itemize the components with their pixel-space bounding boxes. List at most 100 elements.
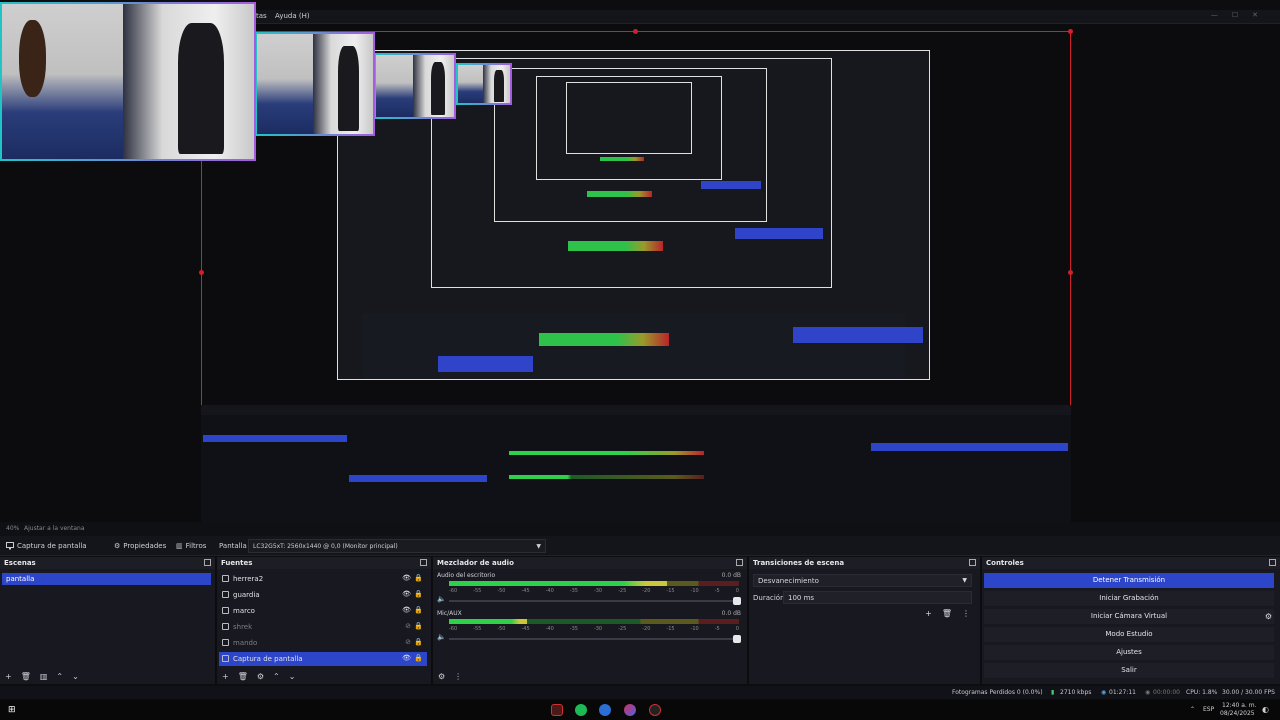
- slider-knob[interactable]: [733, 597, 741, 605]
- volume-slider[interactable]: [449, 597, 741, 605]
- lock-icon[interactable]: 🔒: [414, 654, 423, 662]
- resize-handle[interactable]: [633, 29, 638, 34]
- duration-label: Duración: [753, 594, 785, 602]
- undock-icon[interactable]: [969, 559, 976, 566]
- language-indicator[interactable]: ESP: [1203, 706, 1214, 713]
- trash-icon[interactable]: 🗑: [21, 672, 31, 681]
- scenes-panel: Escenas pantalla + 🗑 ▥ ⌃ ⌄: [0, 557, 216, 684]
- scene-item-pantalla[interactable]: pantalla: [2, 573, 211, 585]
- windows-start-icon[interactable]: ⊞: [8, 705, 16, 715]
- lock-icon[interactable]: 🔒: [414, 622, 423, 630]
- meter-tick-label: -10: [690, 626, 699, 632]
- gear-icon[interactable]: ⚙: [1265, 612, 1272, 621]
- nested-meter: [599, 156, 644, 161]
- clock-date[interactable]: 08/24/2025: [1220, 710, 1255, 717]
- source-item[interactable]: herrera2 👁 🔒: [219, 572, 427, 586]
- resize-handle[interactable]: [199, 270, 204, 275]
- start-recording-button[interactable]: Iniciar Grabación: [984, 591, 1274, 606]
- source-item[interactable]: shrek ⊘ 🔒: [219, 620, 427, 634]
- source-item[interactable]: mando ⊘ 🔒: [219, 636, 427, 650]
- obs-app-icon[interactable]: [551, 704, 563, 716]
- spotify-icon[interactable]: [575, 704, 587, 716]
- window-controls[interactable]: —☐✕: [1211, 11, 1272, 19]
- meter-tick-label: -30: [593, 588, 603, 594]
- source-name: Captura de pantalla: [6, 540, 87, 552]
- duration-input[interactable]: 100 ms: [783, 591, 972, 604]
- gear-icon[interactable]: ⚙: [438, 672, 445, 681]
- obs-icon[interactable]: [649, 704, 661, 716]
- properties-button[interactable]: ⚙ Propiedades: [114, 540, 166, 552]
- preview-canvas[interactable]: [0, 2, 1280, 542]
- volume-slider[interactable]: [449, 635, 741, 643]
- sources-footer: + 🗑 ⚙ ⌃ ⌄: [217, 668, 431, 684]
- image-icon: [222, 591, 229, 598]
- eye-icon[interactable]: 👁: [402, 654, 411, 662]
- chevron-up-icon[interactable]: ⌃: [273, 672, 280, 681]
- speaker-icon[interactable]: 🔈: [437, 633, 446, 641]
- chevron-up-icon[interactable]: ⌃: [56, 672, 63, 681]
- eye-off-icon[interactable]: ⊘: [405, 638, 411, 646]
- sources-panel: Fuentes herrera2 👁 🔒 guardia 👁 🔒 marco 👁 🔒 shr…: [217, 557, 432, 684]
- trash-icon[interactable]: 🗑: [942, 609, 952, 618]
- settings-button[interactable]: Ajustes: [984, 645, 1274, 660]
- undock-icon[interactable]: [1269, 559, 1276, 566]
- trash-icon[interactable]: 🗑: [238, 672, 248, 681]
- filter-icon: ▥: [176, 542, 183, 550]
- more-icon[interactable]: ⋮: [454, 672, 462, 681]
- resize-handle[interactable]: [1068, 29, 1073, 34]
- stop-streaming-button[interactable]: Detener Transmisión: [984, 573, 1274, 588]
- resize-handle[interactable]: [1068, 270, 1073, 275]
- lock-icon[interactable]: 🔒: [414, 606, 423, 614]
- eye-off-icon[interactable]: ⊘: [405, 622, 411, 630]
- notification-icon[interactable]: ◐: [1262, 705, 1269, 714]
- add-icon[interactable]: +: [222, 672, 229, 681]
- chevron-down-icon[interactable]: ⌄: [289, 672, 296, 681]
- start-virtual-camera-button[interactable]: Iniciar Cámara Virtual: [984, 609, 1274, 624]
- tray-chevron-icon[interactable]: ⌃: [1190, 706, 1195, 713]
- menu-ayuda[interactable]: Ayuda (H): [275, 12, 310, 20]
- add-icon[interactable]: +: [925, 609, 932, 618]
- chevron-down-icon: ▼: [536, 543, 541, 550]
- eye-icon[interactable]: 👁: [402, 590, 411, 598]
- speaker-icon[interactable]: 🔈: [437, 595, 446, 603]
- display-select[interactable]: LC32G5xT: 2560x1440 @ 0,0 (Monitor princ…: [248, 539, 546, 553]
- lock-icon[interactable]: 🔒: [414, 638, 423, 646]
- fit-to-window[interactable]: Ajustar a la ventana: [24, 525, 85, 532]
- filter-icon[interactable]: ▥: [40, 672, 48, 681]
- preview-status-strip: 40% Ajustar a la ventana: [0, 522, 1280, 536]
- source-item[interactable]: guardia 👁 🔒: [219, 588, 427, 602]
- clock-time[interactable]: 12:40 a. m.: [1222, 702, 1256, 709]
- undock-icon[interactable]: [204, 559, 211, 566]
- undock-icon[interactable]: [736, 559, 743, 566]
- eye-icon[interactable]: 👁: [402, 606, 411, 614]
- exit-button[interactable]: Salir: [984, 663, 1274, 678]
- meter-tick-label: -15: [666, 626, 675, 632]
- menu-herramientas[interactable]: tas: [256, 12, 267, 20]
- undock-icon[interactable]: [420, 559, 427, 566]
- more-icon[interactable]: ⋮: [962, 609, 970, 618]
- filters-button[interactable]: ▥ Filtros: [176, 540, 206, 552]
- meter-tick-label: 0: [735, 588, 739, 594]
- studio-mode-button[interactable]: Modo Estudio: [984, 627, 1274, 642]
- eye-icon[interactable]: 👁: [402, 574, 411, 582]
- gear-icon[interactable]: ⚙: [257, 672, 264, 681]
- source-item[interactable]: marco 👁 🔒: [219, 604, 427, 618]
- zoom-level: 40%: [6, 525, 20, 532]
- nested-meter: [567, 241, 664, 251]
- chevron-down-icon[interactable]: ⌄: [72, 672, 79, 681]
- meter-tick-label: -5: [714, 626, 720, 632]
- lock-icon[interactable]: 🔒: [414, 590, 423, 598]
- add-icon[interactable]: +: [5, 672, 12, 681]
- meter-tick-label: -20: [642, 626, 651, 632]
- mixer-title: Mezclador de audio: [437, 559, 514, 567]
- transition-select[interactable]: Desvanecimiento ▼: [753, 574, 972, 587]
- lock-icon[interactable]: 🔒: [414, 574, 423, 582]
- webcam-overlay-main[interactable]: [0, 2, 256, 161]
- nested-button: [735, 227, 823, 240]
- nested-meter: [587, 190, 653, 197]
- slider-knob[interactable]: [733, 635, 741, 643]
- volume-meter: [449, 581, 739, 586]
- chrome-icon[interactable]: [624, 704, 636, 716]
- source-item-selected[interactable]: Captura de pantalla 👁 🔒: [219, 652, 427, 666]
- browser-icon[interactable]: [599, 704, 611, 716]
